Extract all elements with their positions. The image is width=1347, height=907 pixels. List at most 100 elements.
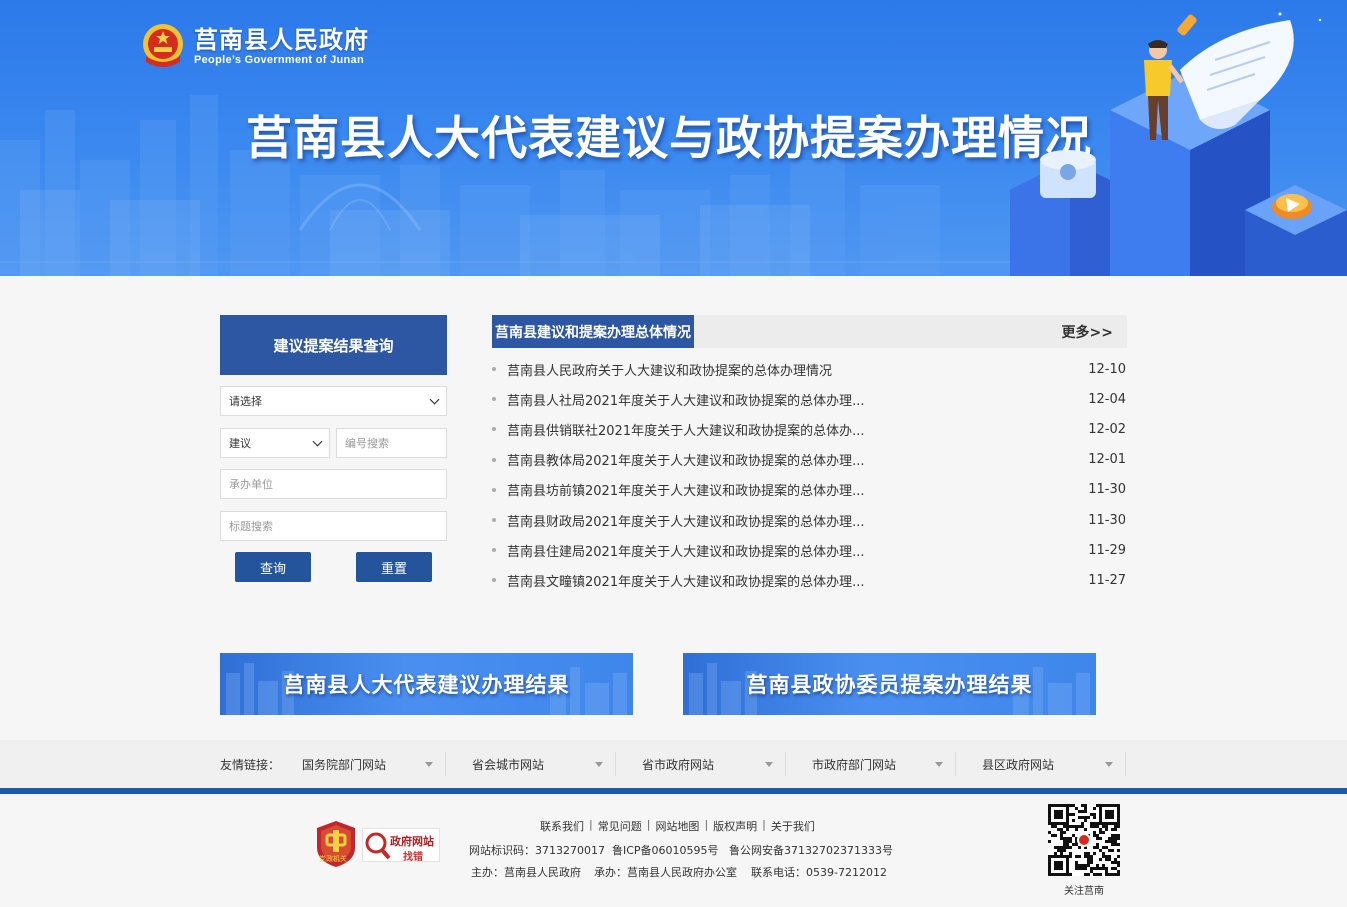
phone-text: 联系电话：0539-7212012 (751, 866, 887, 879)
link-select-provincial-city-gov[interactable]: 省市政府网站 (616, 752, 786, 776)
dropdown-arrow-icon (595, 761, 603, 767)
police-record-text[interactable]: 鲁公网安备37132702371333号 (729, 842, 893, 858)
error-badge-subtitle: 找错 (403, 852, 423, 863)
footer-link-contact[interactable]: 联系我们 (540, 818, 584, 834)
news-date: 12-04 (1088, 391, 1126, 407)
bullet-icon (492, 397, 496, 402)
category-select-value: 请选择 (229, 395, 262, 408)
more-link[interactable]: 更多>> (1062, 315, 1113, 348)
bullet-icon (492, 578, 496, 583)
news-date: 11-29 (1088, 542, 1126, 558)
party-gov-badge-text: 党政机关 (319, 855, 347, 863)
news-title[interactable]: 莒南县人社局2021年度关于人大建议和政协提案的总体办理... (507, 390, 864, 409)
chevron-down-icon (429, 394, 440, 404)
news-date: 11-30 (1088, 512, 1126, 528)
bullet-icon (492, 548, 496, 553)
link-select-label: 省市政府网站 (642, 757, 715, 772)
news-title[interactable]: 莒南县教体局2021年度关于人大建议和政协提案的总体办理... (507, 450, 864, 469)
dropdown-arrow-icon (935, 761, 943, 767)
list-item[interactable]: 莒南县人社局2021年度关于人大建议和政协提案的总体办理... 12-04 (492, 384, 1127, 414)
qr-code-icon (1048, 804, 1120, 876)
footer-link-about[interactable]: 关于我们 (771, 818, 815, 834)
list-item[interactable]: 莒南县财政局2021年度关于人大建议和政协提案的总体办理... 11-30 (492, 505, 1127, 535)
link-select-label: 省会城市网站 (472, 757, 545, 772)
news-date: 12-10 (1088, 361, 1126, 377)
list-item[interactable]: 莒南县住建局2021年度关于人大建议和政协提案的总体办理... 11-29 (492, 535, 1127, 565)
link-select-county-gov[interactable]: 县区政府网站 (956, 752, 1126, 776)
link-select-city-departments[interactable]: 市政府部门网站 (786, 752, 956, 776)
news-section-title: 莒南县建议和提案办理总体情况 (492, 315, 694, 348)
bullet-icon (492, 427, 496, 432)
footer-link-sitemap[interactable]: 网站地图 (655, 818, 699, 834)
bullet-icon (492, 487, 496, 492)
footer-link-copyright[interactable]: 版权声明 (713, 818, 757, 834)
person-document-illustration (1010, 12, 1347, 276)
link-select-label: 市政府部门网站 (812, 757, 897, 772)
news-date: 12-01 (1088, 452, 1126, 468)
link-select-label: 县区政府网站 (982, 757, 1055, 772)
list-item[interactable]: 莒南县人民政府关于人大建议和政协提案的总体办理情况 12-10 (492, 354, 1127, 384)
separator: | (762, 818, 766, 831)
news-date: 11-30 (1088, 482, 1126, 498)
site-error-report-badge[interactable]: 政府网站 找错 (362, 828, 440, 863)
footer-nav: 联系我们 | 常见问题 | 网站地图 | 版权声明 | 关于我们 (540, 818, 815, 834)
news-section: 莒南县建议和提案办理总体情况 更多>> 莒南县人民政府关于人大建议和政协提案的总… (492, 315, 1127, 596)
news-title[interactable]: 莒南县人民政府关于人大建议和政协提案的总体办理情况 (507, 360, 832, 379)
title-search-input[interactable]: 标题搜索 (220, 511, 447, 541)
news-list: 莒南县人民政府关于人大建议和政协提案的总体办理情况 12-10 莒南县人社局202… (492, 354, 1127, 596)
unit-input[interactable]: 承办单位 (220, 469, 447, 499)
list-item[interactable]: 莒南县供销联社2021年度关于人大建议和政协提案的总体办... 12-02 (492, 414, 1127, 444)
list-item[interactable]: 莒南县坊前镇2021年度关于人大建议和政协提案的总体办理... 11-30 (492, 475, 1127, 505)
separator: | (646, 818, 651, 831)
friend-links-bar: 友情链接： 国务院部门网站 省会城市网站 省市政府网站 市政府部门网站 县区政府… (0, 740, 1347, 788)
news-date: 12-02 (1088, 421, 1126, 437)
party-gov-badge[interactable]: 党政机关 (316, 820, 356, 868)
cppcc-results-banner[interactable]: 莒南县政协委员提案办理结果 (683, 653, 1096, 715)
site-logo[interactable]: 莒南县人民政府 People’s Government of Junan (140, 22, 369, 70)
magnifier-icon (365, 832, 391, 860)
news-title[interactable]: 莒南县住建局2021年度关于人大建议和政协提案的总体办理... (507, 541, 864, 560)
query-panel: 建议提案结果查询 请选择 建议 编号搜索 承办单位 标题搜索 查询 重置 (220, 315, 447, 582)
logo-english-name: People’s Government of Junan (194, 53, 364, 66)
bullet-icon (492, 457, 496, 462)
dropdown-arrow-icon (1105, 761, 1113, 767)
number-search-input[interactable]: 编号搜索 (336, 428, 447, 458)
separator: | (704, 818, 709, 831)
news-title[interactable]: 莒南县坊前镇2021年度关于人大建议和政协提案的总体办理... (507, 480, 864, 499)
qr-code-label: 关注莒南 (1064, 886, 1104, 897)
separator: | (589, 818, 593, 831)
link-select-label: 国务院部门网站 (302, 757, 387, 772)
error-badge-title: 政府网站 (390, 835, 434, 848)
category-select[interactable]: 请选择 (220, 386, 447, 416)
list-item[interactable]: 莒南县文疃镇2021年度关于人大建议和政协提案的总体办理... 11-27 (492, 565, 1127, 595)
type-select-value: 建议 (229, 437, 251, 450)
chevron-down-icon (312, 436, 323, 446)
link-select-state-council[interactable]: 国务院部门网站 (276, 752, 446, 776)
footer-link-faq[interactable]: 常见问题 (598, 818, 642, 834)
list-item[interactable]: 莒南县教体局2021年度关于人大建议和政协提案的总体办理... 12-01 (492, 445, 1127, 475)
query-panel-title: 建议提案结果查询 (220, 315, 447, 375)
site-id-text: 网站标识码：3713270017 (469, 844, 605, 857)
news-date: 11-27 (1088, 572, 1126, 588)
national-emblem-icon (143, 24, 183, 67)
reset-button[interactable]: 重置 (356, 552, 432, 582)
news-title[interactable]: 莒南县文疃镇2021年度关于人大建议和政协提案的总体办理... (507, 571, 864, 590)
logo-chinese-name: 莒南县人民政府 (194, 24, 369, 54)
dropdown-arrow-icon (765, 761, 773, 767)
operator-text: 承办：莒南县人民政府办公室 (594, 866, 737, 879)
news-header: 莒南县建议和提案办理总体情况 更多>> (492, 315, 1127, 348)
type-select[interactable]: 建议 (220, 428, 330, 458)
bullet-icon (492, 518, 496, 523)
header-banner: 莒南县人民政府 People’s Government of Junan 莒南县… (0, 0, 1347, 276)
host-text: 主办：莒南县人民政府 (471, 866, 581, 879)
icp-text[interactable]: 鲁ICP备06010595号 (612, 842, 719, 858)
search-button[interactable]: 查询 (235, 552, 311, 582)
news-title[interactable]: 莒南县财政局2021年度关于人大建议和政协提案的总体办理... (507, 511, 864, 530)
link-select-provincial-capitals[interactable]: 省会城市网站 (446, 752, 616, 776)
friend-links-label: 友情链接： (220, 757, 281, 772)
bullet-icon (492, 367, 496, 372)
npc-results-banner[interactable]: 莒南县人大代表建议办理结果 (220, 653, 633, 715)
footer: 党政机关 政府网站 找错 联系我们 | 常见问题 | 网站地图 | 版权声明 | 关于我… (0, 794, 1347, 907)
npc-results-label: 莒南县人大代表建议办理结果 (283, 673, 570, 697)
news-title[interactable]: 莒南县供销联社2021年度关于人大建议和政协提案的总体办... (507, 420, 864, 439)
